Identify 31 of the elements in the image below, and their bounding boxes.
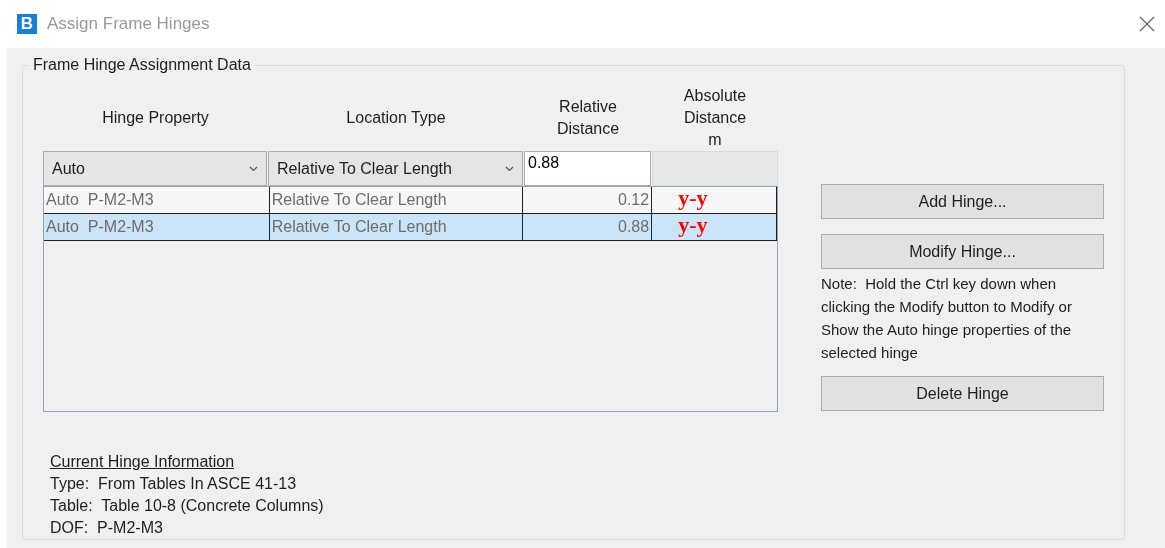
caret-icon <box>505 165 514 172</box>
app-logo: B <box>17 14 37 34</box>
table-cell: Relative To Clear Length <box>269 214 524 240</box>
table-cell: 0.88 <box>523 214 653 240</box>
column-header: Relative Distance <box>555 97 621 139</box>
info-heading: Current Hinge Information <box>50 452 235 472</box>
note-text: Note: Hold the Ctrl key down when clicking the Modify button to Modify or Show the Auto hinge properties of the selected hinge <box>821 274 1073 363</box>
relative-distance-field[interactable]: 0.88 <box>524 151 651 186</box>
info-line: Type: From Tables In ASCE 41-13 <box>50 474 297 494</box>
action-button[interactable]: Modify Hinge... <box>821 234 1104 269</box>
caret-icon <box>249 165 258 172</box>
column-header: Location Type <box>346 108 446 128</box>
column-header: Absolute Distance m <box>682 86 748 150</box>
hinge-property-dropdown[interactable]: Auto <box>43 151 267 186</box>
table-row[interactable]: Auto P-M2-M3 Relative To Clear Length 0.88 y-y <box>44 214 777 241</box>
table-row[interactable]: Auto P-M2-M3 Relative To Clear Length 0.12 y-y <box>44 187 777 214</box>
table-cell: Auto P-M2-M3 <box>44 214 270 240</box>
action-button[interactable]: Add Hinge... <box>821 184 1104 219</box>
table-cell: Relative To Clear Length <box>269 187 524 213</box>
info-line: DOF: P-M2-M3 <box>50 518 163 538</box>
close-icon[interactable] <box>1139 16 1155 32</box>
window-title: Assign Frame Hinges <box>47 14 211 34</box>
location-type-dropdown[interactable]: Relative To Clear Length <box>268 151 523 186</box>
column-header: Hinge Property <box>102 108 209 128</box>
axis-annotation: y-y <box>677 187 709 212</box>
action-button[interactable]: Delete Hinge <box>821 376 1104 411</box>
table-cell: Auto P-M2-M3 <box>44 187 270 213</box>
axis-annotation: y-y <box>677 214 709 239</box>
group-title: Frame Hinge Assignment Data <box>29 56 255 74</box>
info-line: Table: Table 10-8 (Concrete Columns) <box>50 496 324 516</box>
table-cell: 0.12 <box>523 187 653 213</box>
